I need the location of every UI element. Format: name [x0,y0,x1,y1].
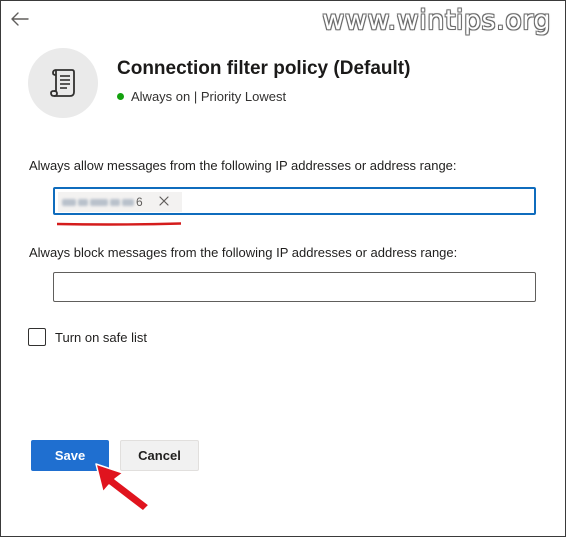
watermark: www.wintips.org [322,5,551,36]
redacted-ip [62,198,134,206]
safe-list-option[interactable]: Turn on safe list [28,328,147,346]
back-button[interactable] [10,9,30,29]
status-dot-icon [117,93,124,100]
status-text: Always on | Priority Lowest [131,89,287,104]
policy-avatar [28,48,98,118]
remove-ip-button[interactable] [156,193,172,209]
safe-list-checkbox[interactable] [28,328,46,346]
policy-status: Always on | Priority Lowest [117,89,286,104]
close-icon [159,196,169,206]
safe-list-label: Turn on safe list [55,329,148,345]
page-title: Connection filter policy (Default) [117,58,411,79]
connection-filter-panel: www.wintips.org Connection filter policy… [0,0,566,537]
block-ip-input[interactable] [53,272,536,302]
scroll-icon [50,69,75,97]
ip-visible-suffix: 6 [136,195,143,209]
red-highlight-underline [57,222,181,226]
allow-ip-label: Always allow messages from the following… [29,158,457,173]
ip-address-chip: 6 [58,192,182,212]
block-ip-label: Always block messages from the following… [29,245,458,260]
arrow-left-icon [11,12,29,26]
allow-ip-input[interactable]: 6 [53,187,536,215]
red-pointer-arrow-icon [95,463,150,512]
